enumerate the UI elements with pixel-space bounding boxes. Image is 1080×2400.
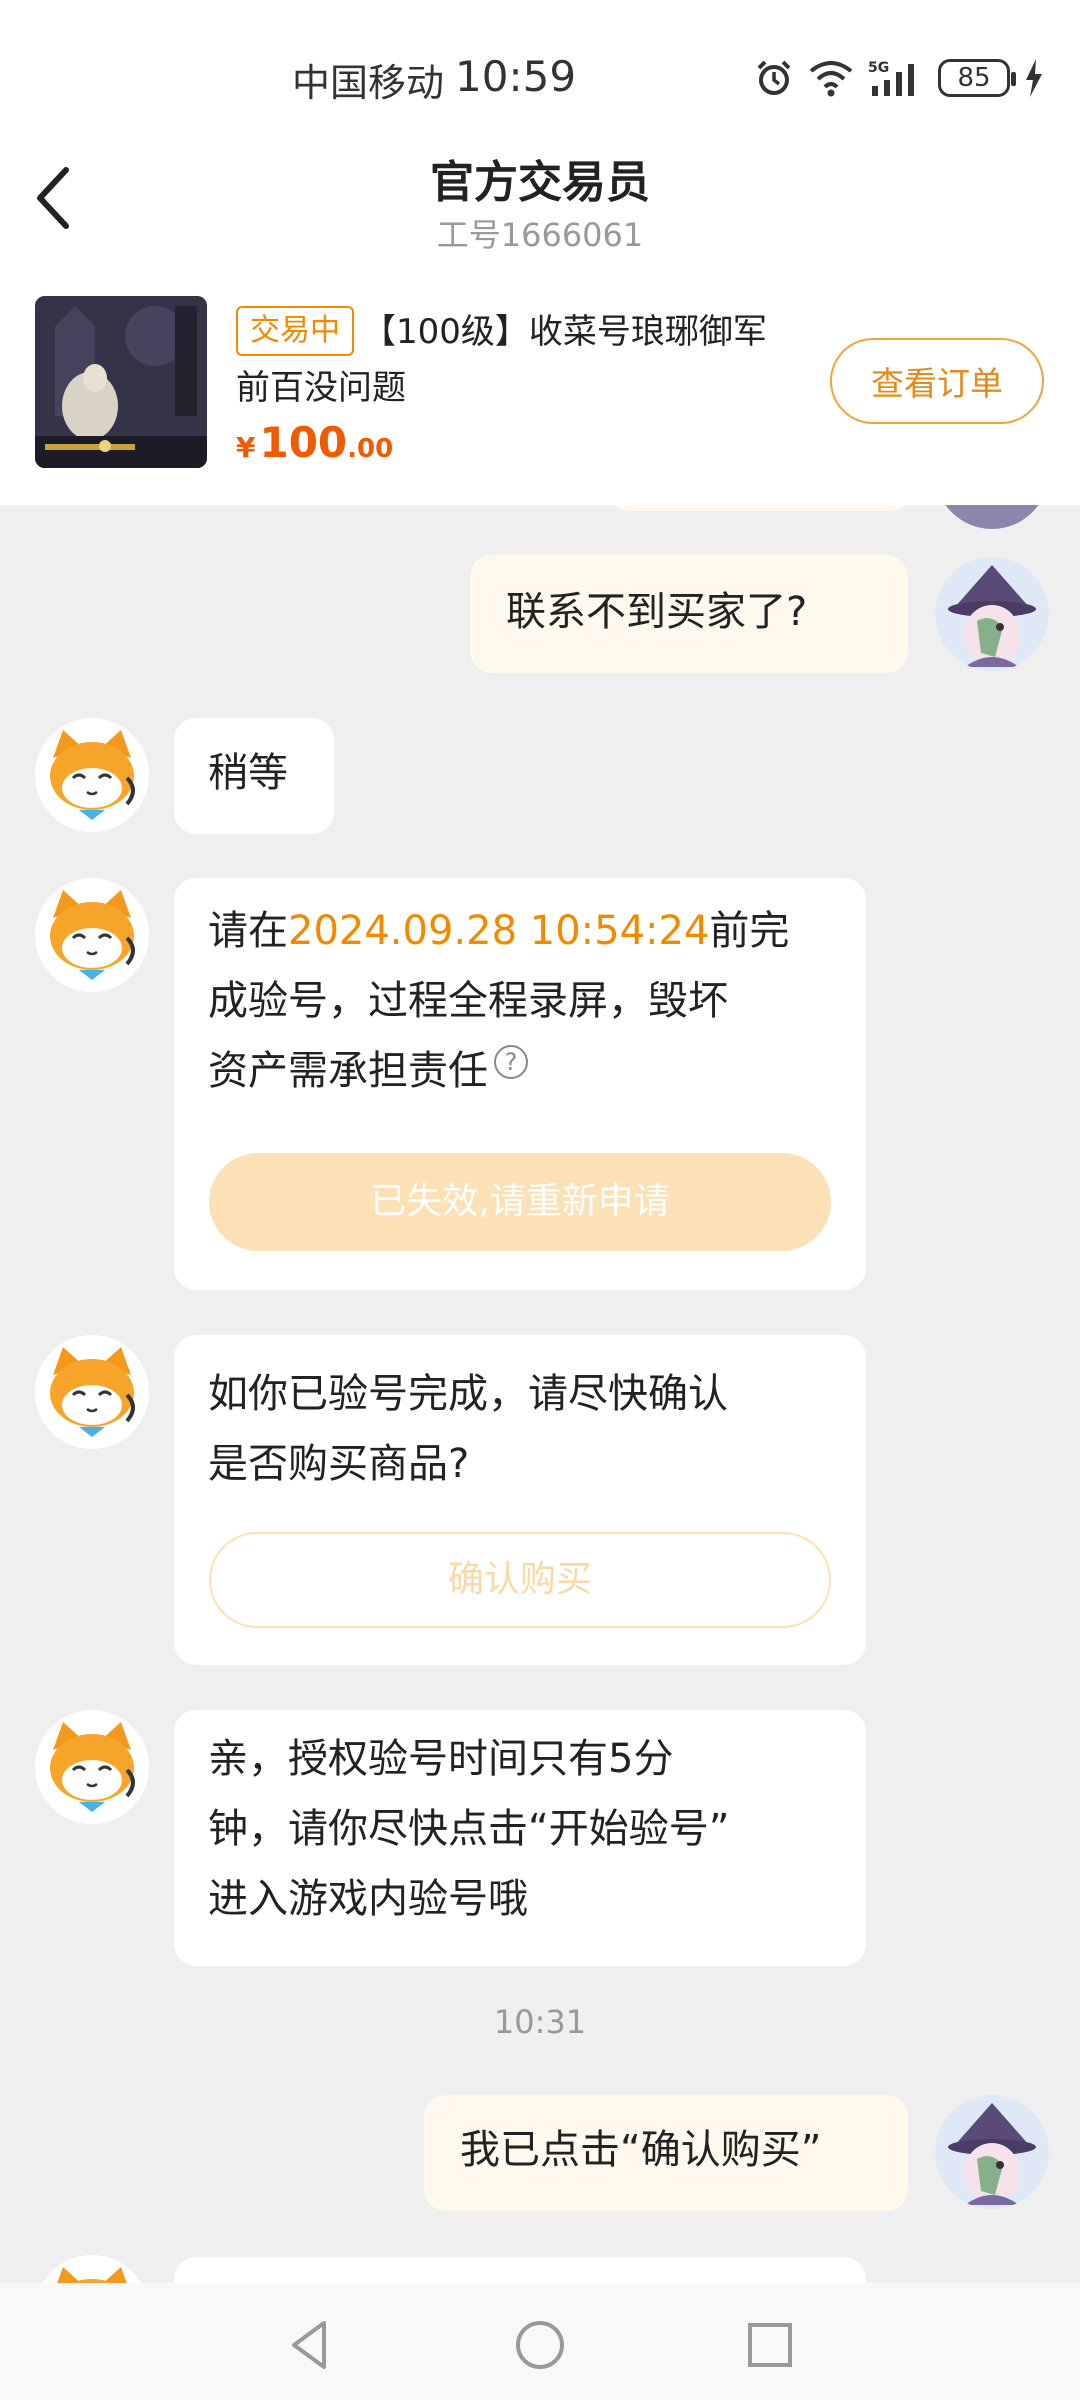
order-price: ¥ 100 .00 — [236, 418, 393, 467]
status-time: 10:59 — [455, 52, 577, 101]
message-line: 是否购买商品? — [208, 1441, 470, 1487]
order-title-line2: 前百没问题 — [236, 368, 406, 408]
message-line: 资产需承担责任? — [208, 1036, 866, 1106]
message-timestamp: 10:31 — [493, 2003, 587, 2041]
message-line: 请在2024.09.28 10:54:24前完 — [208, 896, 866, 966]
cat-avatar-icon — [35, 718, 149, 832]
verification-deadline-card[interactable]: 请在2024.09.28 10:54:24前完 成验号，过程全程录屏，毁坏 资产… — [174, 878, 866, 1290]
message-bubble-agent[interactable]: 稍等 — [174, 718, 334, 834]
order-title-line1: 【100级】收菜号琅琊御军 — [362, 312, 767, 352]
circle-home-icon — [516, 2321, 564, 2369]
message-bubble-partial — [174, 2257, 866, 2283]
message-bubble-user[interactable]: 我已点击“确认购买” — [424, 2095, 908, 2211]
message-bubble-agent[interactable]: 亲，授权验号时间只有5分 钟，请你尽快点击“开始验号” 进入游戏内验号哦 — [174, 1710, 866, 1966]
user-avatar[interactable] — [935, 557, 1049, 671]
message-text: 我已点击“确认购买” — [460, 2127, 822, 2173]
battery-icon: 85 — [938, 59, 1016, 97]
view-order-button[interactable]: 查看订单 — [830, 338, 1044, 424]
message-line: 亲，授权验号时间只有5分 — [208, 1736, 674, 1782]
user-avatar-partial — [935, 505, 1049, 529]
message-line: 钟，请你尽快点击“开始验号” — [208, 1806, 730, 1852]
message-bubble-user[interactable]: 联系不到买家了? — [470, 555, 908, 673]
message-text: 请在 — [208, 908, 288, 954]
message-text: 前完 — [709, 908, 790, 954]
order-card[interactable]: 交易中 【100级】收菜号琅琊御军 前百没问题 ¥ 100 .00 查看订单 — [0, 280, 1080, 505]
cat-avatar-icon — [35, 1710, 149, 1824]
order-status-badge: 交易中 — [236, 306, 354, 356]
wifi-icon — [808, 59, 854, 97]
square-recents-icon — [748, 2323, 792, 2367]
status-icons: 5G 85 — [754, 58, 1044, 98]
nav-back-button[interactable] — [270, 2305, 350, 2385]
price-currency: ¥ — [236, 431, 256, 464]
witch-avatar-icon — [935, 557, 1049, 671]
message-text: 资产需承担责任 — [208, 1048, 488, 1094]
confirm-purchase-button[interactable]: 确认购买 — [209, 1532, 831, 1628]
battery-level: 85 — [957, 63, 991, 93]
charging-icon — [1024, 59, 1044, 97]
confirm-purchase-card[interactable]: 如你已验号完成，请尽快确认 是否购买商品? 确认购买 — [174, 1335, 866, 1665]
message-bubble-partial — [610, 505, 910, 511]
status-bar: 中国移动 10:59 5G 85 — [0, 0, 1080, 150]
price-integer: 100 — [259, 418, 348, 467]
agent-id: 工号1666061 — [436, 216, 644, 254]
price-decimal: .00 — [347, 434, 394, 464]
nav-home-button[interactable] — [500, 2305, 580, 2385]
carrier-name: 中国移动 — [292, 61, 445, 105]
page-title: 官方交易员 — [430, 157, 650, 208]
message-line: 进入游戏内验号哦 — [208, 1876, 528, 1922]
triangle-back-icon — [292, 2321, 326, 2369]
cat-avatar-icon — [35, 1335, 149, 1449]
chat-header: 官方交易员 工号1666061 — [0, 130, 1080, 280]
cat-avatar-icon — [35, 878, 149, 992]
agent-avatar[interactable] — [35, 718, 149, 832]
expired-reapply-button[interactable]: 已失效,请重新申请 — [209, 1153, 831, 1251]
system-nav-bar — [0, 2283, 1080, 2400]
message-text: 联系不到买家了? — [506, 589, 808, 635]
message-line: 成验号，过程全程录屏，毁坏 — [208, 978, 728, 1024]
product-thumbnail[interactable] — [35, 296, 207, 468]
message-line: 如你已验号完成，请尽快确认 — [208, 1371, 728, 1417]
user-avatar[interactable] — [935, 2095, 1049, 2209]
deadline-time: 2024.09.28 10:54:24 — [288, 908, 710, 954]
witch-avatar-icon — [935, 2095, 1049, 2209]
network-type-label: 5G — [868, 60, 889, 76]
signal-5g-icon: 5G — [868, 58, 924, 98]
alarm-icon — [754, 58, 794, 98]
nav-recents-button[interactable] — [730, 2305, 810, 2385]
agent-avatar-partial — [35, 2255, 149, 2283]
message-text: 稍等 — [208, 750, 288, 796]
cat-avatar-icon — [35, 2255, 149, 2283]
agent-avatar[interactable] — [35, 1710, 149, 1824]
chat-area[interactable]: 联系不到买家了? 稍等 请在2024.09.28 10:54:24前完 成验号，… — [0, 505, 1080, 2283]
help-icon[interactable]: ? — [494, 1045, 528, 1079]
agent-avatar[interactable] — [35, 878, 149, 992]
agent-avatar[interactable] — [35, 1335, 149, 1449]
